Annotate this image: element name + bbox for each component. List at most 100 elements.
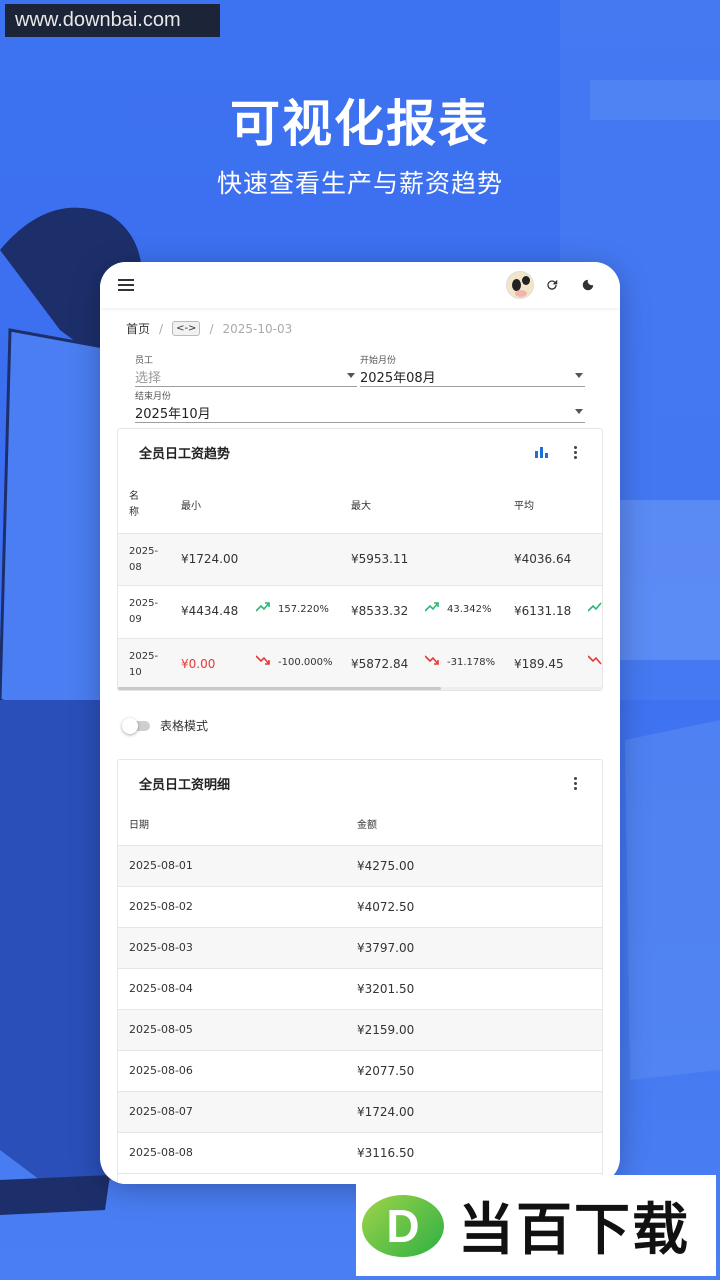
table-row: 2025- 10 ¥0.00 -100.000% ¥5872.84 -31.178… (118, 639, 602, 690)
bar-chart-icon[interactable] (524, 435, 558, 469)
table-row: 2025-08-03 ¥3797.00 (118, 928, 602, 969)
row-name: 2025- 10 (129, 651, 159, 678)
row-min-change: -100.000% (278, 657, 333, 668)
row-date: 2025-08-07 (129, 1105, 193, 1118)
trend-card-title: 全员日工资趋势 (139, 446, 231, 462)
row-min: ¥4434.48 (181, 604, 239, 618)
row-amount: ¥3116.50 (357, 1146, 415, 1160)
breadcrumb-separator: / (209, 321, 214, 336)
headline: 可视化报表 (230, 95, 490, 153)
trending-down-icon (424, 654, 439, 668)
table-row: 2025-08-07 ¥1724.00 (118, 1092, 602, 1133)
table-row: 2025-08-08 ¥3116.50 (118, 1133, 602, 1174)
menu-icon[interactable] (118, 279, 134, 291)
logo-mark: D (362, 1194, 444, 1257)
table-row: 2025-08-01 ¥4275.00 (118, 846, 602, 887)
trending-down-icon (255, 654, 270, 668)
dark-mode-icon[interactable] (570, 267, 606, 303)
row-amount: ¥1724.00 (357, 1105, 415, 1119)
trending-up-icon (424, 601, 439, 615)
row-date: 2025-08-01 (129, 859, 193, 872)
row-avg: ¥6131.18 (514, 604, 572, 618)
header-name: 名称 (129, 491, 139, 518)
row-max: ¥8533.32 (351, 604, 409, 618)
row-amount: ¥4072.50 (357, 900, 415, 914)
row-date: 2025-08-04 (129, 982, 193, 995)
header-date: 日期 (129, 820, 149, 831)
breadcrumb: 首页 / <-> / 2025-10-03 (100, 308, 620, 337)
row-min: ¥0.00 (181, 657, 216, 671)
row-amount: ¥3797.00 (357, 941, 415, 955)
employee-select[interactable]: 员工 选择 (135, 353, 357, 387)
table-mode-toggle-row: 表格模式 (122, 717, 209, 734)
trend-table-header: 名称 最小 最大 平均 (118, 475, 602, 534)
row-date: 2025-08-02 (129, 900, 193, 913)
trend-table: 名称 最小 最大 平均 2025- 08 ¥1724.00 ¥5953.11 ¥4… (118, 475, 602, 690)
end-month-value: 2025年10月 (135, 407, 211, 422)
scrollbar-thumb[interactable] (118, 687, 441, 690)
detail-table-header: 日期 金额 (118, 806, 602, 846)
logo-letter: D (386, 1199, 420, 1252)
table-row: 2025-08-04 ¥3201.50 (118, 969, 602, 1010)
detail-card-header: 全员日工资明细 (118, 760, 602, 806)
trending-up-icon (255, 601, 270, 615)
breadcrumb-separator: / (159, 321, 164, 336)
start-month-label: 开始月份 (360, 356, 397, 366)
trending-up-icon (587, 601, 602, 615)
more-vert-icon[interactable] (558, 435, 592, 469)
header-min: 最小 (181, 501, 201, 512)
row-max: ¥5872.84 (351, 657, 409, 671)
row-name: 2025- 08 (129, 546, 159, 573)
start-month-value: 2025年08月 (360, 371, 436, 386)
table-row: 2025-08-06 ¥2077.50 (118, 1051, 602, 1092)
trending-down-icon (587, 654, 602, 668)
detail-card: 全员日工资明细 日期 金额 2025-08-01 ¥4275.00 2025-0… (117, 759, 603, 1184)
end-month-select[interactable]: 结束月份 2025年10月 (135, 389, 585, 423)
logo-text: 当百下载 (458, 1198, 690, 1263)
refresh-icon[interactable] (534, 267, 570, 303)
row-amount: ¥3201.50 (357, 982, 415, 996)
row-max-change: -31.178% (447, 657, 496, 668)
subheadline: 快速查看生产与薪资趋势 (216, 169, 503, 198)
start-month-select[interactable]: 开始月份 2025年08月 (360, 353, 585, 387)
trend-card: 全员日工资趋势 名称 最小 最大 平均 2025- 08 ¥1724.00 ¥5… (117, 428, 603, 691)
row-name: 2025- 09 (129, 598, 159, 625)
header-max: 最大 (351, 501, 371, 512)
breadcrumb-date: 2025-10-03 (222, 321, 293, 336)
row-date: 2025-08-08 (129, 1146, 193, 1159)
employee-placeholder: 选择 (135, 371, 162, 386)
filter-form: 员工 选择 开始月份 2025年08月 结束月份 2025年10月 (100, 337, 620, 437)
more-vert-icon[interactable] (558, 766, 592, 800)
trend-card-header: 全员日工资趋势 (118, 429, 602, 475)
site-watermark: www.downbai.com (5, 4, 220, 37)
app-screen: 首页 / <-> / 2025-10-03 员工 选择 开始月份 2025年08… (100, 262, 620, 1184)
app-toolbar (100, 262, 620, 308)
breadcrumb-code-chip[interactable]: <-> (172, 321, 201, 336)
row-max: ¥5953.11 (351, 552, 409, 566)
chevron-down-icon (347, 373, 355, 378)
table-row: 2025-08-02 ¥4072.50 (118, 887, 602, 928)
row-avg: ¥4036.64 (514, 552, 572, 566)
breadcrumb-home[interactable]: 首页 (126, 320, 150, 337)
horizontal-scrollbar[interactable] (118, 687, 602, 690)
chevron-down-icon (575, 373, 583, 378)
header-amount: 金额 (357, 820, 377, 831)
row-date: 2025-08-05 (129, 1023, 193, 1036)
row-date: 2025-08-06 (129, 1064, 193, 1077)
chevron-down-icon (575, 409, 583, 414)
table-row: 2025-08-05 ¥2159.00 (118, 1010, 602, 1051)
table-row: 2025- 09 ¥4434.48 157.220% ¥8533.32 43.34… (118, 586, 602, 639)
avatar[interactable] (506, 271, 534, 299)
detail-card-title: 全员日工资明细 (139, 777, 231, 793)
row-amount: ¥2077.50 (357, 1064, 415, 1078)
header-avg: 平均 (514, 501, 534, 512)
table-row: 2025- 08 ¥1724.00 ¥5953.11 ¥4036.64 (118, 534, 602, 586)
employee-label: 员工 (135, 356, 154, 366)
site-logo: D 当百下载 (356, 1175, 716, 1276)
end-month-label: 结束月份 (135, 392, 172, 402)
row-amount: ¥4275.00 (357, 859, 415, 873)
row-min: ¥1724.00 (181, 552, 239, 566)
table-mode-switch[interactable] (122, 717, 150, 734)
row-amount: ¥2159.00 (357, 1023, 415, 1037)
table-mode-label: 表格模式 (160, 719, 209, 733)
